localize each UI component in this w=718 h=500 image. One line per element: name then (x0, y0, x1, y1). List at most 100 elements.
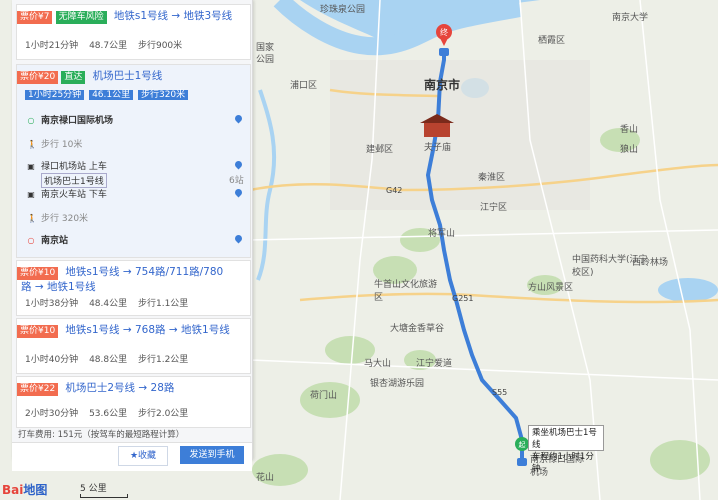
map-label: 建邺区 (366, 145, 394, 155)
route-distance: 48.8公里 (89, 355, 128, 365)
route-start-marker[interactable]: 起 (515, 437, 529, 451)
map-label: 栖霞区 (538, 36, 566, 46)
callout-line-2: 车程约1小时1分钟 (532, 452, 594, 474)
step-end: ○ 南京站 (27, 233, 69, 246)
baidu-map-logo[interactable]: Bai地图 (2, 481, 47, 498)
route-distance: 48.4公里 (89, 299, 128, 309)
end-marker-label: 终 (440, 27, 448, 37)
route-title: 地铁s1号线 → 地铁3号线 (113, 10, 233, 22)
route-option[interactable]: 票价¥22 机场巴士2号线 → 28路 2小时30分钟 53.6公里 步行2.0… (16, 376, 251, 428)
route-walk: 步行900米 (137, 41, 183, 51)
map-label: 江宁爱道 (416, 359, 453, 369)
map-label: 西岭林场 (632, 258, 669, 268)
step-walk-1: 🚶 步行 10米 (27, 137, 82, 150)
route-distance: 48.7公里 (89, 41, 128, 51)
location-pin-icon[interactable] (233, 187, 244, 198)
price-badge: 票价¥10 (17, 325, 59, 338)
route-tag: 无障车风险 (55, 11, 107, 24)
route-option[interactable]: 票价¥10 地铁s1号线 → 754路/711路/780 路 → 地铁1号线 1… (16, 260, 251, 316)
bus-icon: ▣ (27, 190, 35, 199)
location-pin-icon[interactable] (233, 113, 244, 124)
lake-shijiu (658, 278, 718, 302)
step-walk-2-label: 步行 320米 (41, 214, 89, 224)
route-option-selected[interactable]: 票价¥20 直达 机场巴士1号线 1小时25分钟 46.1公里 步行320米 ○… (16, 64, 251, 258)
step-alight-label: 南京火车站 下车 (41, 190, 107, 200)
route-title: 地铁s1号线 → 768路 → 地铁1号线 (65, 324, 230, 336)
route-time: 2小时30分钟 (25, 409, 79, 419)
logo-du: 地图 (23, 483, 48, 497)
route-option[interactable]: 票价¥7 无障车风险 地铁s1号线 → 地铁3号线 1小时21分钟 48.7公里… (16, 4, 251, 60)
road-label: G42 (386, 186, 403, 195)
location-pin-icon[interactable] (233, 159, 244, 170)
scale-label: 5 公里 (80, 484, 107, 494)
stop-count: 6站 (229, 176, 244, 186)
price-badge: 票价¥7 (17, 11, 53, 24)
map-label: 银杏湖游乐园 (370, 379, 425, 389)
route-walk: 步行1.2公里 (137, 355, 189, 365)
road-label: G251 (452, 294, 474, 303)
route-time: 1小时21分钟 (25, 41, 79, 51)
scale-bar (80, 494, 128, 498)
route-title-cont: 路 → 地铁1号线 (21, 281, 96, 293)
bus-icon: ▣ (27, 162, 35, 171)
route-walk: 步行2.0公里 (137, 409, 189, 419)
callout-line-1: 乘坐机场巴士1号线 (532, 428, 597, 450)
walk-icon: 🚶 (27, 140, 37, 149)
route-walk: 步行320米 (137, 90, 189, 100)
price-badge: 票价¥22 (17, 383, 59, 396)
step-start: ○ 南京禄口国际机场 (27, 113, 114, 126)
airport-bus-icon (517, 458, 527, 466)
map-label: 牛首山文化旅游区 (374, 280, 438, 303)
route-distance: 46.1公里 (89, 90, 134, 100)
map-label: 狼山 (620, 145, 639, 155)
route-tag: 直达 (61, 71, 86, 84)
map-label: 香山 (620, 125, 639, 135)
road-label: S55 (492, 388, 508, 397)
route-distance: 53.6公里 (89, 409, 128, 419)
step-board: ▣ 禄口机场站 上车 (27, 159, 107, 172)
price-badge: 票价¥10 (17, 267, 59, 280)
map-label: 方山风景区 (528, 283, 574, 293)
send-to-phone-button[interactable]: 发送到手机 (180, 446, 244, 464)
route-title: 地铁s1号线 → 754路/711路/780 (65, 266, 224, 278)
location-pin-icon[interactable] (233, 233, 244, 244)
step-walk-1-label: 步行 10米 (41, 140, 83, 150)
favorite-button[interactable]: ★收藏 (118, 446, 168, 466)
step-alight: ▣ 南京火车站 下车 (27, 187, 107, 200)
map-label: 浦口区 (290, 81, 318, 91)
map-label: 夫子庙 (424, 143, 452, 153)
end-circle-icon: ○ (27, 236, 35, 245)
route-time: 1小时25分钟 (25, 90, 85, 100)
map-label: 秦淮区 (478, 173, 506, 183)
logo-bai: Bai (2, 483, 24, 497)
train-station-icon (439, 48, 449, 56)
map-scale: 5 公里 (80, 481, 128, 498)
taxi-fare-note: 打车费用: 151元（按驾车的最短路程计算） (18, 430, 185, 440)
route-title: 机场巴士1号线 (92, 70, 163, 82)
route-title: 机场巴士2号线 → 28路 (65, 382, 175, 394)
map-label: 南京大学 (612, 13, 649, 23)
walk-icon: 🚶 (27, 214, 37, 223)
route-callout: 乘坐机场巴士1号线 车程约1小时1分钟 (528, 425, 604, 474)
route-option[interactable]: 票价¥10 地铁s1号线 → 768路 → 地铁1号线 1小时40分钟 48.8… (16, 318, 251, 374)
start-circle-icon: ○ (27, 116, 35, 125)
map-label: 马大山 (364, 359, 392, 369)
map-label: 公园 (256, 55, 275, 65)
map-label: 将军山 (428, 229, 456, 239)
step-board-label: 禄口机场站 上车 (41, 162, 107, 172)
step-end-label: 南京站 (41, 236, 69, 246)
route-time: 1小时40分钟 (25, 355, 79, 365)
route-walk: 步行1.1公里 (137, 299, 189, 309)
map-label: 花山 (256, 473, 275, 483)
map-label: 南京市 (424, 78, 461, 92)
route-panel: 票价¥7 无障车风险 地铁s1号线 → 地铁3号线 1小时21分钟 48.7公里… (12, 0, 253, 460)
map-label: 大塘金香草谷 (390, 324, 445, 334)
step-walk-2: 🚶 步行 320米 (27, 211, 88, 224)
route-time: 1小时38分钟 (25, 299, 79, 309)
start-marker-label: 起 (519, 441, 526, 449)
bus-line-chip[interactable]: 机场巴士1号线 (41, 173, 107, 188)
map-label: 江宁区 (480, 203, 508, 213)
price-badge: 票价¥20 (17, 71, 59, 84)
step-start-label: 南京禄口国际机场 (41, 116, 114, 126)
map-label: 荷门山 (310, 391, 338, 401)
